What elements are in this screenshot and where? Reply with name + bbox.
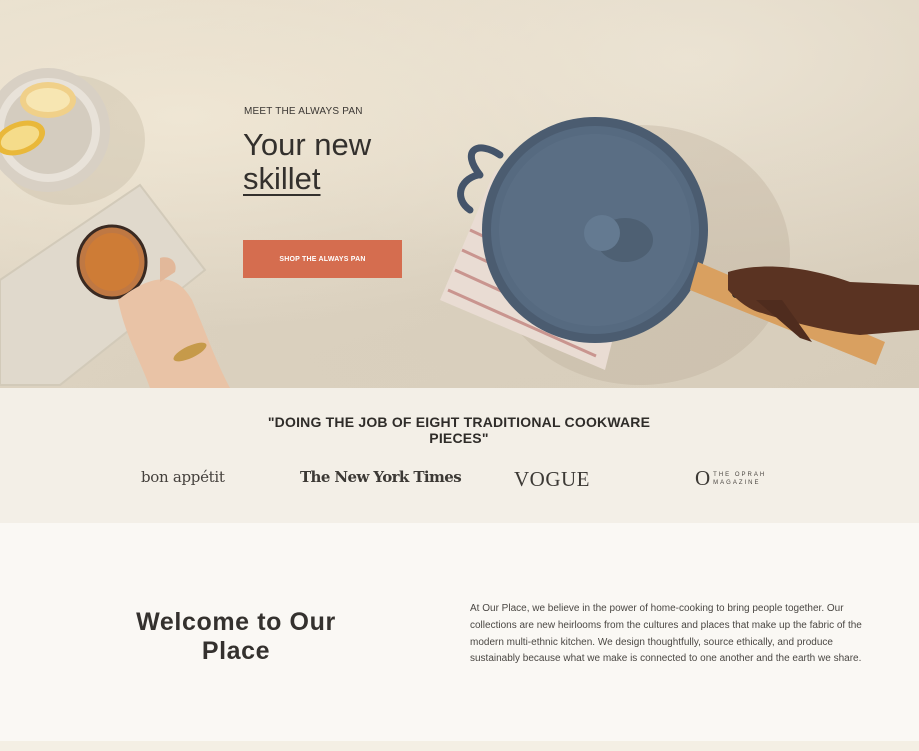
oprah-magazine-logo: O THE OPRAH MAGAZINE — [695, 468, 766, 489]
hero-title: Your new skillet — [243, 128, 371, 196]
oprah-line2: MAGAZINE — [713, 479, 761, 486]
oprah-line1: THE OPRAH — [713, 471, 767, 478]
press-quote: "DOING THE JOB OF EIGHT TRADITIONAL COOK… — [267, 414, 651, 446]
hero-title-line2[interactable]: skillet — [243, 161, 321, 196]
hero-title-line1: Your new — [243, 127, 372, 162]
press-section: "DOING THE JOB OF EIGHT TRADITIONAL COOK… — [0, 388, 919, 523]
welcome-body: At Our Place, we believe in the power of… — [470, 603, 862, 665]
new-york-times-logo: The New York Times — [300, 468, 462, 486]
hero-eyebrow: MEET THE ALWAYS PAN — [244, 106, 363, 117]
welcome-section: Welcome to Our Place At Our Place, we be… — [0, 523, 919, 741]
next-section-edge — [0, 741, 919, 751]
hero-banner: MEET THE ALWAYS PAN Your new skillet SHO… — [0, 0, 919, 388]
welcome-title: Welcome to Our Place — [136, 608, 336, 665]
glass-with-drink — [76, 224, 148, 300]
shop-always-pan-button[interactable]: SHOP THE ALWAYS PAN — [243, 240, 402, 278]
vogue-logo: VOGUE — [514, 467, 590, 491]
oprah-wordmark: THE OPRAH MAGAZINE — [713, 471, 766, 487]
hero-photo — [0, 68, 919, 388]
bon-appetit-logo: bon appétit — [141, 468, 225, 486]
oprah-o-mark: O — [695, 466, 711, 490]
